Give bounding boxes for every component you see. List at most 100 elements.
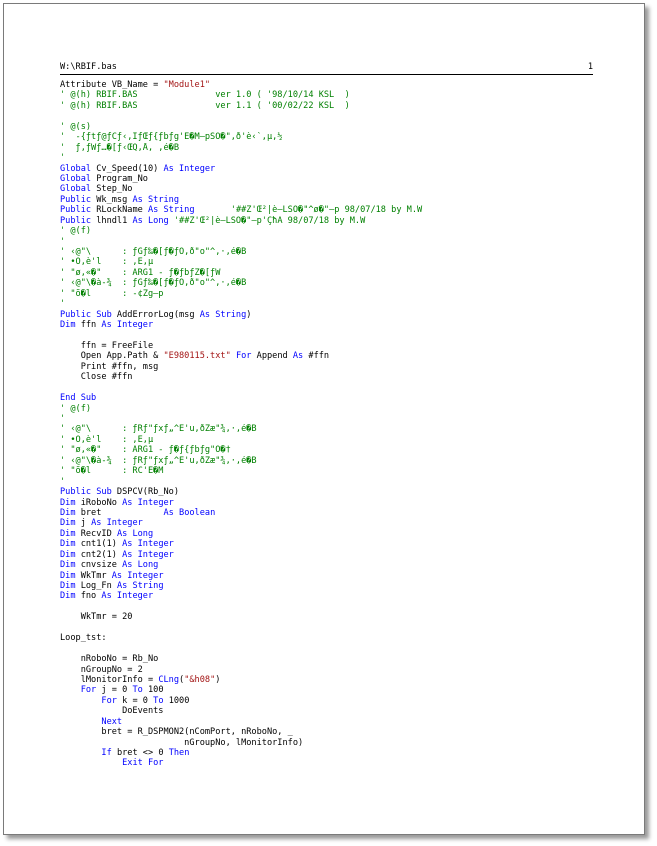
code-token: ' @(h) RBIF.BAS ver 1.0 ( '98/10/14 KSL … [60, 90, 350, 101]
code-token: Global [60, 184, 92, 195]
code-line: Public Sub DSPCV(Rb_No) [60, 487, 640, 497]
code-line: For k = 0 To 1000 [60, 696, 640, 706]
code-line: Public RLockName As String '##Ž'Œ²|è—LŠÖ… [60, 205, 640, 215]
code-line: ' "õ�l : RC'Ê�M [60, 466, 640, 476]
code-line: Dim RecvID As Long [60, 529, 640, 539]
code-line: lMonitorInfo = CLng("&h08") [60, 675, 640, 685]
code-line: Dim iRoboNo As Integer [60, 498, 640, 508]
code-token: Public [60, 194, 92, 205]
code-line: For j = 0 To 100 [60, 685, 640, 695]
code-line: ' •Ô,è'l : ,È,µ [60, 257, 640, 267]
code-token: For [101, 695, 117, 706]
code-token: ' •Ô,è'l : ,È,µ [60, 257, 154, 268]
code-line: bret = R_DSPMON2(nComPort, nRoboNo, _ [60, 727, 640, 737]
code-token: As String [147, 205, 195, 216]
code-token: Dim [60, 539, 76, 550]
code-token: Dim [60, 570, 76, 581]
code-line: Public lhndl1 As Long '##Ž'Œ²|è—LŠÖ�"—p'… [60, 216, 640, 226]
code-token: iRoboNo [75, 497, 123, 508]
code-token: As Integer [122, 539, 174, 550]
code-token: ' ‹@"\�à-¾ : ƒRƒ"ƒxƒ„^Ê'u,ðŽæ"¾,·,é�B [60, 455, 257, 466]
code-token: "&h08" [184, 674, 216, 685]
code-line: Dim fno As Integer [60, 591, 640, 601]
code-token: RLockName [91, 205, 148, 216]
code-line: Loop_tst: [60, 633, 640, 643]
code-token: Global [60, 173, 92, 184]
code-token: As Integer [101, 320, 154, 331]
code-token: DSPCV(Rb_No) [111, 487, 180, 498]
code-token: lhndl1 [91, 215, 133, 226]
code-token: j = 0 [96, 685, 133, 696]
code-line: Public Wk_msg As String [60, 195, 640, 205]
code-token: ' "ø,«�" : ARG1 - ƒ�ƒ{ƒbƒg"Ô�† [60, 445, 231, 456]
code-line: ' ‹@"\ : ƒRƒ"ƒxƒ„^Ê'u,ðŽæ"¾,·,é�B [60, 424, 640, 434]
code-token: As Long [122, 560, 159, 571]
code-token: Dim [60, 497, 76, 508]
code-line: ' ‹@"\�à-¾ : ƒGƒ‰�[ƒ�ƒO,ð"o"^,·,é�B [60, 278, 640, 288]
code-line: ' [60, 237, 640, 247]
code-line: ' ƒ,ƒWƒ…�[ƒ‹ŒQ,Å, ,é�B [60, 143, 640, 153]
code-token: Dim [60, 560, 76, 571]
page-header: W:\RBIF.bas 1 [60, 62, 593, 75]
code-token: As Integer [91, 518, 143, 529]
code-token: Attribute VB_Name = [60, 80, 164, 90]
code-token: Public Sub [60, 487, 112, 498]
code-token: "Module1" [163, 80, 211, 90]
code-line: nGroupNo = 2 [60, 665, 640, 675]
code-line: WkTmr = 20 [60, 612, 640, 622]
code-line: Public Sub AddErrorLog(msg As String) [60, 310, 640, 320]
code-line: nRoboNo = Rb_No [60, 654, 640, 664]
code-token: ffn [75, 320, 102, 331]
code-token: Dim [60, 549, 76, 560]
code-token: As Long [116, 528, 154, 539]
code-token: j [75, 518, 92, 529]
code-token: As String [132, 194, 180, 205]
code-token: "E980115.txt" [163, 351, 231, 362]
code-line: Dim Log_Fn As String [60, 581, 640, 591]
code-token: k = 0 [116, 695, 154, 706]
code-token: ' -{ƒtƒ@ƒCƒ‹,ÎƒŒƒ{ƒbƒg'Ê�M—pŠÖ�",ð'è‹`,µ… [60, 132, 283, 143]
code-line: Global Cv_Speed(10) As Integer [60, 164, 640, 174]
code-line: End Sub [60, 393, 640, 403]
code-token: As Long [132, 215, 169, 226]
code-line: ' •Ô,è'l : ,È,µ [60, 435, 640, 445]
code-token: As Boolean [163, 507, 216, 518]
code-token: As Integer [101, 591, 154, 602]
code-token: Append [251, 351, 293, 362]
code-line: ' "ø,«�" : ARG1 - ƒ�ƒbƒZ�[ƒW [60, 268, 640, 278]
code-line: Attribute VB_Name = "Module1" [60, 80, 640, 90]
code-line: Open App.Path & "E980115.txt" For Append… [60, 351, 640, 361]
code-token: As String [116, 581, 164, 591]
code-token: Cv_Speed(10) [91, 163, 164, 174]
code-token: Dim [60, 591, 76, 602]
code-token: Wk_msg [91, 194, 133, 205]
code-token: cnt2(1) [75, 549, 123, 560]
code-token: ) [246, 309, 252, 320]
code-token: End Sub [60, 393, 97, 404]
code-line: nGroupNo, lMonitorInfo) [60, 738, 640, 748]
printed-page: W:\RBIF.bas 1 Attribute VB_Name = "Modul… [3, 3, 645, 835]
code-token: ' @(s) [60, 121, 92, 132]
code-token: ' @(f) [60, 226, 92, 237]
code-token: cnvsize [75, 560, 123, 571]
code-line: ' "õ�l : -¢Žg—p [60, 289, 640, 299]
code-line: Global Program_No [60, 174, 640, 184]
code-token: As Integer [163, 163, 216, 174]
code-line: ' [60, 299, 640, 309]
code-line: ' ‹@"\�à-¾ : ƒRƒ"ƒxƒ„^Ê'u,ðŽæ"¾,·,é�B [60, 456, 640, 466]
code-token: To [132, 685, 143, 696]
code-token: ' [60, 153, 66, 164]
code-line: ffn = FreeFile [60, 341, 640, 351]
code-line: Dim cnt2(1) As Integer [60, 550, 640, 560]
code-token: Dim [60, 581, 76, 591]
code-token: ' ƒ,ƒWƒ…�[ƒ‹ŒQ,Å, ,é�B [60, 142, 179, 153]
code-token: ' [60, 476, 66, 487]
code-line: Dim cnt1(1) As Integer [60, 539, 640, 549]
code-token: Then [168, 748, 190, 758]
code-token: CLng [158, 674, 180, 685]
code-token: '##Ž'Œ²|è—LŠÖ�"^ø�"—p 98/07/18 by M.W [194, 205, 423, 216]
code-token: lMonitorInfo = [60, 674, 159, 685]
